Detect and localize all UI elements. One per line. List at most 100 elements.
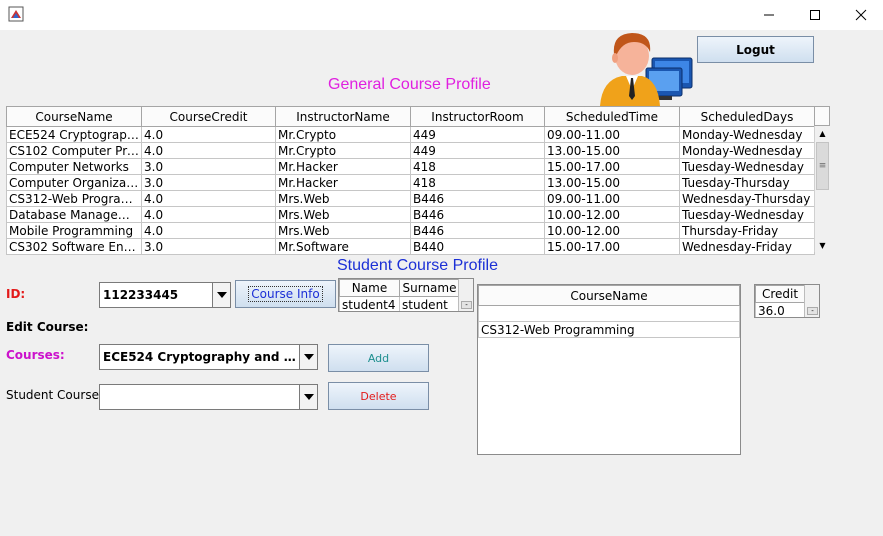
column-header[interactable]: CourseName bbox=[6, 106, 142, 127]
table-row[interactable]: CS312-Web Programming bbox=[478, 321, 740, 338]
table-cell[interactable]: Mr.Software bbox=[275, 238, 411, 255]
close-button[interactable] bbox=[838, 0, 883, 30]
table-cell[interactable] bbox=[478, 305, 740, 322]
student-table-scrollbar[interactable]: - bbox=[458, 279, 473, 311]
table-row[interactable]: 36.0 bbox=[755, 302, 805, 317]
logout-button[interactable]: Logut bbox=[697, 36, 814, 63]
column-header[interactable]: Name bbox=[339, 279, 400, 297]
table-row[interactable]: student4 student bbox=[339, 296, 460, 311]
table-cell[interactable]: CS312-Web Programming bbox=[478, 321, 740, 338]
table-row[interactable]: Mobile Programming 4.0 Mrs.Web B446 10.0… bbox=[6, 222, 815, 239]
table-cell[interactable]: 4.0 bbox=[141, 142, 276, 159]
scroll-down-arrow-icon[interactable]: - bbox=[461, 301, 472, 309]
table-cell[interactable]: B440 bbox=[410, 238, 545, 255]
table-cell[interactable]: student4 bbox=[339, 296, 400, 311]
table-cell[interactable]: 13.00-15.00 bbox=[544, 174, 680, 191]
table-cell[interactable]: Mr.Hacker bbox=[275, 158, 411, 175]
delete-course-button[interactable]: Delete bbox=[328, 382, 429, 410]
table-cell[interactable]: B446 bbox=[410, 190, 545, 207]
table-cell[interactable]: 4.0 bbox=[141, 190, 276, 207]
table-cell[interactable]: B446 bbox=[410, 206, 545, 223]
table-cell[interactable]: B446 bbox=[410, 222, 545, 239]
table-cell[interactable]: Mr.Crypto bbox=[275, 142, 411, 159]
table-cell[interactable]: 4.0 bbox=[141, 126, 276, 143]
table-cell[interactable]: 13.00-15.00 bbox=[544, 142, 680, 159]
scroll-down-arrow-icon[interactable]: - bbox=[807, 307, 818, 315]
table-cell[interactable]: Computer Organization bbox=[6, 174, 142, 191]
table-cell[interactable]: CS102 Computer Pro... bbox=[6, 142, 142, 159]
table-cell[interactable]: 10.00-12.00 bbox=[544, 222, 680, 239]
table-cell[interactable]: 449 bbox=[410, 142, 545, 159]
table-cell[interactable]: Monday-Wednesday bbox=[679, 142, 815, 159]
table-cell[interactable]: Tuesday-Wednesday bbox=[679, 206, 815, 223]
table-cell[interactable]: 36.0 bbox=[755, 302, 805, 317]
table-row[interactable]: Computer Networks 3.0 Mr.Hacker 418 15.0… bbox=[6, 158, 815, 175]
credit-table-scrollbar[interactable]: - bbox=[804, 285, 819, 317]
table-cell[interactable]: Monday-Wednesday bbox=[679, 126, 815, 143]
table-cell[interactable]: 3.0 bbox=[141, 174, 276, 191]
table-cell[interactable]: Tuesday-Wednesday bbox=[679, 158, 815, 175]
chevron-down-icon[interactable] bbox=[212, 283, 230, 307]
enrolled-courses-table[interactable]: CourseName CS312-Web Programming bbox=[477, 284, 741, 455]
table-cell[interactable]: CS312-Web Program... bbox=[6, 190, 142, 207]
table-cell[interactable]: 09.00-11.00 bbox=[544, 126, 680, 143]
student-name-table[interactable]: Name Surname student4 student - bbox=[338, 278, 474, 312]
column-header[interactable]: Surname bbox=[399, 279, 460, 297]
column-header[interactable]: CourseCredit bbox=[141, 106, 276, 127]
table-cell[interactable]: Mobile Programming bbox=[6, 222, 142, 239]
table-cell[interactable]: Mrs.Web bbox=[275, 222, 411, 239]
table-row[interactable]: Computer Organization 3.0 Mr.Hacker 418 … bbox=[6, 174, 815, 191]
table-row[interactable]: CS302 Software Engi... 3.0 Mr.Software B… bbox=[6, 238, 815, 255]
chevron-down-icon[interactable] bbox=[299, 385, 317, 409]
table-row[interactable] bbox=[478, 305, 740, 322]
table-cell[interactable]: Wednesday-Thursday bbox=[679, 190, 815, 207]
column-header[interactable]: CourseName bbox=[478, 285, 740, 306]
table-cell[interactable]: Tuesday-Thursday bbox=[679, 174, 815, 191]
scroll-down-arrow-icon[interactable]: ▼ bbox=[815, 238, 830, 252]
column-header[interactable]: Credit bbox=[755, 285, 805, 303]
table-cell[interactable]: 15.00-17.00 bbox=[544, 158, 680, 175]
table-cell[interactable]: Mr.Hacker bbox=[275, 174, 411, 191]
table-cell[interactable]: 3.0 bbox=[141, 238, 276, 255]
course-info-button[interactable]: Course Info bbox=[235, 280, 336, 308]
table-cell[interactable]: 4.0 bbox=[141, 206, 276, 223]
column-header[interactable]: ScheduledTime bbox=[544, 106, 680, 127]
table-cell[interactable]: 4.0 bbox=[141, 222, 276, 239]
chevron-down-icon[interactable] bbox=[299, 345, 317, 369]
table-cell[interactable]: 15.00-17.00 bbox=[544, 238, 680, 255]
table-cell[interactable]: Mrs.Web bbox=[275, 190, 411, 207]
table-cell[interactable]: student bbox=[399, 296, 460, 311]
table-cell[interactable]: ECE524 Cryptography... bbox=[6, 126, 142, 143]
credit-table[interactable]: Credit 36.0 - bbox=[754, 284, 820, 318]
column-header[interactable]: InstructorRoom bbox=[410, 106, 545, 127]
student-course-combobox[interactable] bbox=[99, 384, 318, 410]
table-cell[interactable]: Mrs.Web bbox=[275, 206, 411, 223]
table-cell[interactable]: 418 bbox=[410, 158, 545, 175]
column-header[interactable]: InstructorName bbox=[275, 106, 411, 127]
courses-combobox[interactable]: ECE524 Cryptography and Netwo... bbox=[99, 344, 318, 370]
table-row[interactable]: ECE524 Cryptography... 4.0 Mr.Crypto 449… bbox=[6, 126, 815, 143]
maximize-button[interactable] bbox=[792, 0, 838, 30]
scroll-up-arrow-icon[interactable]: ▲ bbox=[815, 126, 830, 140]
table-cell[interactable]: Wednesday-Friday bbox=[679, 238, 815, 255]
add-course-button[interactable]: Add bbox=[328, 344, 429, 372]
table-cell[interactable]: 449 bbox=[410, 126, 545, 143]
courses-table-scrollbar[interactable]: ▲ ≡ ▼ bbox=[814, 126, 830, 252]
table-row[interactable]: CS102 Computer Pro... 4.0 Mr.Crypto 449 … bbox=[6, 142, 815, 159]
table-cell[interactable]: Mr.Crypto bbox=[275, 126, 411, 143]
table-cell[interactable]: Database Manageme... bbox=[6, 206, 142, 223]
table-cell[interactable]: 418 bbox=[410, 174, 545, 191]
scroll-thumb[interactable]: ≡ bbox=[816, 142, 829, 190]
table-row[interactable]: CS312-Web Program... 4.0 Mrs.Web B446 09… bbox=[6, 190, 815, 207]
id-combobox[interactable]: 112233445 bbox=[99, 282, 231, 308]
table-cell[interactable]: 3.0 bbox=[141, 158, 276, 175]
courses-table[interactable]: CourseName CourseCredit InstructorName I… bbox=[6, 106, 815, 255]
minimize-button[interactable] bbox=[746, 0, 792, 30]
table-cell[interactable]: 10.00-12.00 bbox=[544, 206, 680, 223]
table-cell[interactable]: 09.00-11.00 bbox=[544, 190, 680, 207]
table-cell[interactable]: Thursday-Friday bbox=[679, 222, 815, 239]
table-cell[interactable]: CS302 Software Engi... bbox=[6, 238, 142, 255]
column-header[interactable]: ScheduledDays bbox=[679, 106, 815, 127]
table-cell[interactable]: Computer Networks bbox=[6, 158, 142, 175]
table-row[interactable]: Database Manageme... 4.0 Mrs.Web B446 10… bbox=[6, 206, 815, 223]
